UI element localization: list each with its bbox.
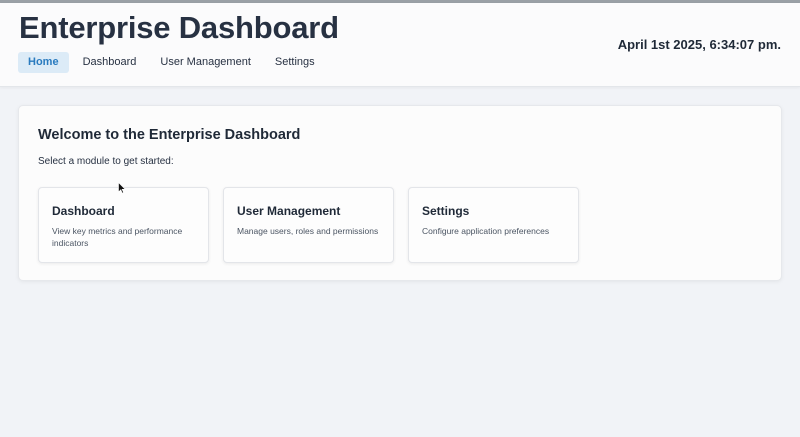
welcome-title: Welcome to the Enterprise Dashboard bbox=[38, 127, 301, 143]
mouse-pointer-icon bbox=[118, 182, 126, 194]
module-description: Configure application preferences bbox=[422, 226, 550, 236]
module-card-user-management[interactable]: User Management Manage users, roles and … bbox=[223, 187, 394, 263]
app-header: Enterprise Dashboard April 1st 2025, 6:3… bbox=[0, 3, 800, 87]
module-card-dashboard[interactable]: Dashboard View key metrics and performan… bbox=[38, 187, 209, 263]
welcome-subtitle: Select a module to get started: bbox=[38, 156, 174, 167]
module-grid: Dashboard View key metrics and performan… bbox=[38, 187, 579, 263]
nav-item-settings[interactable]: Settings bbox=[265, 52, 325, 73]
app-title: Enterprise Dashboard bbox=[19, 10, 339, 45]
module-description: View key metrics and performance indicat… bbox=[52, 226, 183, 248]
nav-item-user-management[interactable]: User Management bbox=[150, 52, 261, 73]
module-title: User Management bbox=[237, 204, 341, 218]
welcome-card: Welcome to the Enterprise Dashboard Sele… bbox=[18, 105, 782, 281]
module-title: Dashboard bbox=[52, 204, 115, 218]
current-datetime: April 1st 2025, 6:34:07 pm. bbox=[617, 37, 781, 52]
module-title: Settings bbox=[422, 204, 470, 218]
module-card-settings[interactable]: Settings Configure application preferenc… bbox=[408, 187, 579, 263]
nav-item-dashboard[interactable]: Dashboard bbox=[73, 52, 147, 73]
main-nav: Home Dashboard User Management Settings bbox=[18, 52, 325, 74]
module-description: Manage users, roles and permissions bbox=[237, 226, 379, 236]
nav-item-home[interactable]: Home bbox=[18, 52, 69, 73]
